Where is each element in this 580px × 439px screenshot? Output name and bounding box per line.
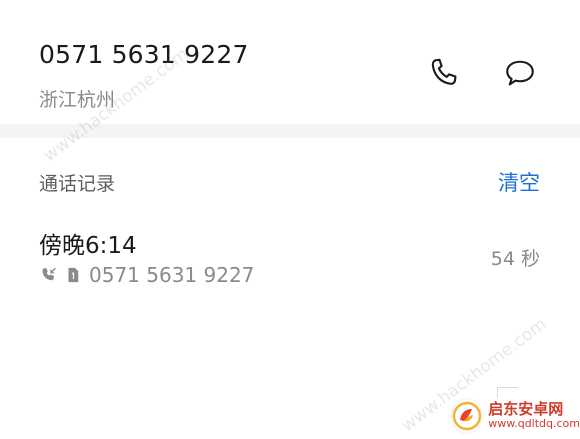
corner-mark	[497, 387, 518, 398]
call-duration: 54 秒	[490, 248, 540, 270]
call-entry-number: 0571 5631 9227	[89, 263, 255, 287]
call-time: 傍晚6:14	[39, 233, 137, 259]
sim-1-icon	[63, 265, 83, 285]
contact-header: 0571 5631 9227 浙江杭州	[0, 0, 580, 124]
watermark-text: www.hackhome.com	[398, 314, 551, 436]
brand-badge: 启东安卓网 www.qdltdq.com	[452, 393, 580, 439]
incoming-call-icon	[39, 265, 59, 285]
section-divider	[0, 124, 580, 138]
call-button[interactable]	[424, 55, 464, 95]
message-button[interactable]	[500, 55, 540, 95]
call-log-header: 通话记录 清空	[0, 138, 580, 218]
call-log-title: 通话记录	[39, 173, 116, 195]
call-log-entry[interactable]: 傍晚6:14 0571 5631 9227 54 秒	[0, 218, 580, 298]
contact-location: 浙江杭州	[39, 89, 116, 111]
brand-name: 启东安卓网	[488, 400, 564, 419]
brand-text: 启东安卓网 www.qdltdq.com	[488, 400, 580, 431]
brand-logo-icon	[452, 399, 483, 433]
call-entry-details: 0571 5631 9227	[39, 262, 254, 288]
message-bubble-icon	[502, 55, 538, 95]
phone-icon	[426, 55, 462, 95]
contact-phone-number: 0571 5631 9227	[39, 40, 249, 69]
contact-detail-screen: 0571 5631 9227 浙江杭州 通话记录 清空 傍晚6:14 0571 …	[0, 0, 580, 439]
clear-call-log-button[interactable]: 清空	[498, 167, 540, 197]
brand-url: www.qdltdq.com	[488, 417, 580, 431]
